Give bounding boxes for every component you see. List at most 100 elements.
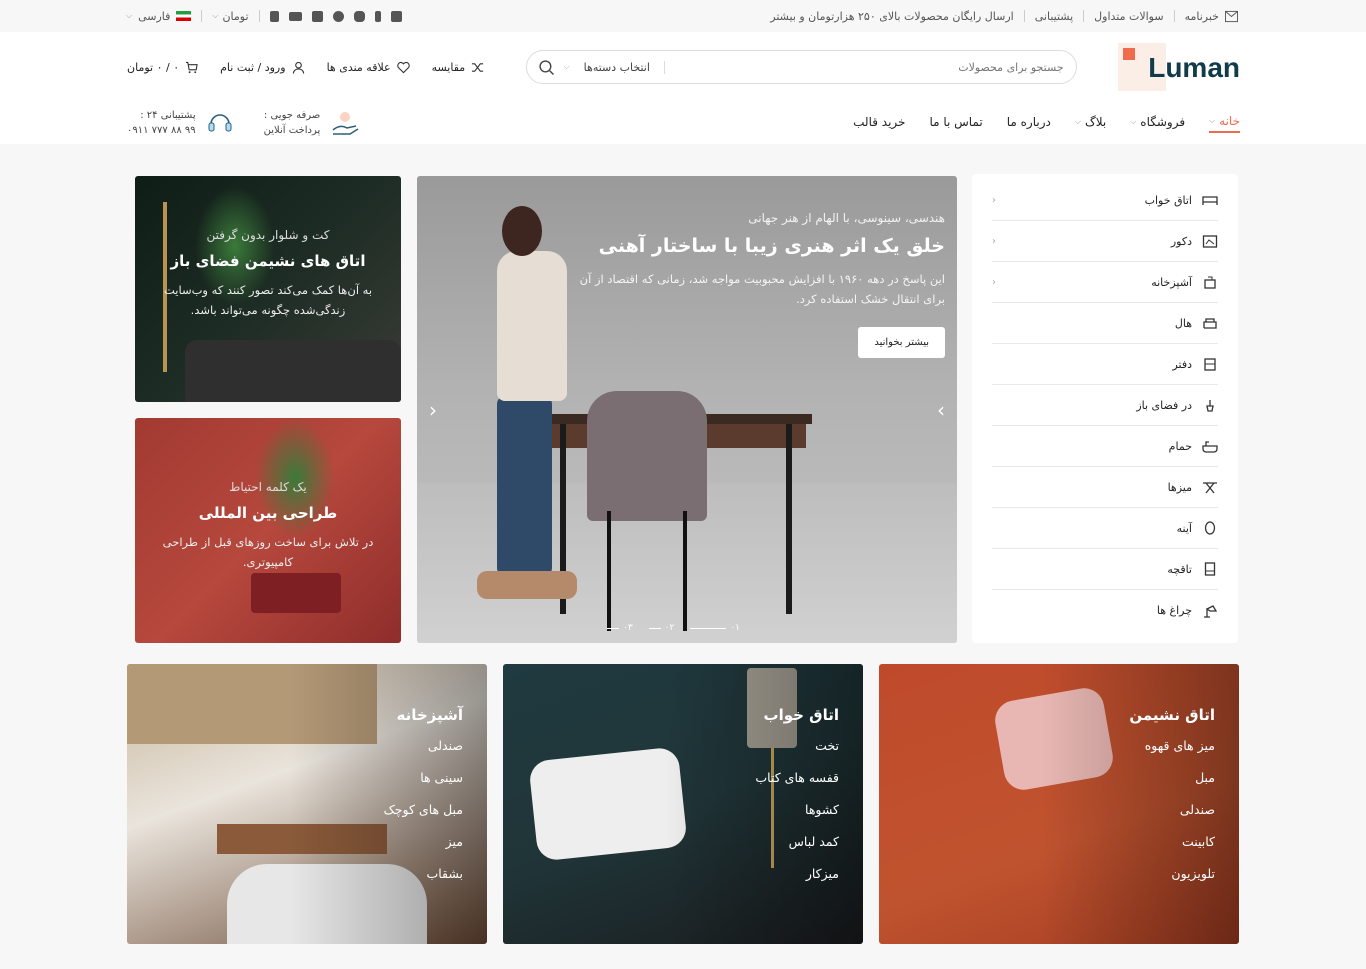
heart-icon <box>396 61 410 73</box>
login-link[interactable]: ورود / ثبت نام <box>220 61 304 74</box>
bed-icon <box>1202 196 1218 205</box>
tile-link[interactable]: مبل های کوچک <box>384 802 463 834</box>
tile-links: اتاق خواب تخت قفسه های کتاب کشوها کمد لب… <box>755 706 839 898</box>
tile-link[interactable]: میزکار <box>755 866 839 898</box>
side-banner-living[interactable]: کت و شلوار بدون گرفتن اتاق های نشیمن فضا… <box>135 176 401 402</box>
chevron-down-icon: ⌵ <box>563 62 570 71</box>
tile-link[interactable]: کمد لباس <box>755 834 839 866</box>
youtube-icon[interactable] <box>288 11 302 21</box>
shelf-icon <box>1204 562 1216 576</box>
search-input[interactable] <box>674 60 1064 74</box>
tile-link[interactable]: صندلی <box>1129 802 1215 834</box>
banner-chair-image <box>251 573 341 613</box>
slider-dot[interactable]: ۰۲ <box>648 623 674 633</box>
slide-text: این پاسخ در دهه ۱۹۶۰ با افزایش محبوبیت م… <box>579 272 945 306</box>
tile-link[interactable]: کشوها <box>755 802 839 834</box>
nav-item-shop[interactable]: فروشگاه ⌵ <box>1130 114 1185 133</box>
category-item[interactable]: اتاق خواب ‹ <box>992 180 1218 221</box>
category-item[interactable]: هال <box>992 303 1218 344</box>
mail-icon <box>1225 10 1238 22</box>
tile-link[interactable]: میز <box>384 834 463 866</box>
tile-link[interactable]: مبل <box>1129 770 1215 802</box>
support-info: پشتیبانی ۲۴ : ۰۹۱۱ ۷۷۷ ۸۸ ۹۹ <box>127 109 234 137</box>
hand-money-icon <box>332 112 359 135</box>
header-actions: مقایسه علاقه مندی ها ورود / ثبت نام ۰ / … <box>127 61 484 74</box>
bathtub-icon <box>1202 441 1218 453</box>
tile-link[interactable]: میز های قهوه <box>1129 738 1215 770</box>
category-item[interactable]: میزها <box>992 467 1218 508</box>
tile-bedroom[interactable]: اتاق خواب تخت قفسه های کتاب کشوها کمد لب… <box>503 664 863 944</box>
email-icon[interactable] <box>390 10 402 22</box>
search-bar: انتخاب دسته‌ها ⌵ <box>525 50 1077 84</box>
tile-link[interactable]: بشقاب <box>384 866 463 898</box>
banner-sofa-image <box>185 340 401 402</box>
tile-links: اتاق نشیمن میز های قهوه مبل صندلی کابینت… <box>1129 706 1215 898</box>
chevron-down-icon: ⌵ <box>212 11 219 20</box>
read-more-button[interactable]: بیشتر بخوانید <box>858 327 945 358</box>
compare-link[interactable]: مقایسه <box>432 61 485 74</box>
shipping-text: ارسال رایگان محصولات بالای ۲۵۰ هزارتومان… <box>770 9 1014 23</box>
tile-link[interactable]: تخت <box>755 738 839 770</box>
nav-item-home[interactable]: خانه ⌵ <box>1209 114 1240 133</box>
slider-dot[interactable]: ۰۳ <box>607 623 633 633</box>
tile-link[interactable]: سینی ها <box>384 770 463 802</box>
category-item[interactable]: چراغ ها <box>992 590 1218 631</box>
tile-link[interactable]: تلویزیون <box>1129 866 1215 898</box>
wishlist-link[interactable]: علاقه مندی ها <box>327 61 410 74</box>
slider-next-arrow-icon[interactable]: ‹ <box>429 398 437 422</box>
divider <box>1173 10 1175 22</box>
table-icon <box>1203 482 1217 494</box>
category-item[interactable]: آشپزخانه ‹ <box>992 262 1218 303</box>
nav-item-buy-theme[interactable]: خرید قالب <box>853 114 905 133</box>
chevron-left-icon: ‹ <box>992 194 996 206</box>
search-icon[interactable] <box>538 59 554 75</box>
main-nav: خانه ⌵ فروشگاه ⌵ بلاگ ⌵ درباره ما تماس با م… <box>853 114 1240 133</box>
category-item[interactable]: دفتر <box>992 344 1218 385</box>
support-link[interactable]: پشتیبانی <box>1035 10 1073 23</box>
cart-link[interactable]: ۰ / ۰ تومان <box>127 61 198 74</box>
pinterest-icon[interactable] <box>332 10 344 22</box>
nav-item-blog[interactable]: بلاگ ⌵ <box>1075 114 1106 133</box>
category-item[interactable]: دکور ‹ <box>992 221 1218 262</box>
slider-pagination: ۰۳ ۰۲ ۰۱ <box>607 623 740 633</box>
frame-icon <box>1202 235 1218 248</box>
chevron-left-icon: ‹ <box>992 276 996 288</box>
tile-living-room[interactable]: اتاق نشیمن میز های قهوه مبل صندلی کابینت… <box>879 664 1239 944</box>
tiktok-icon[interactable] <box>269 10 279 22</box>
tile-link[interactable]: کابینت <box>1129 834 1215 866</box>
twitter-icon[interactable] <box>311 10 323 22</box>
tile-kitchen[interactable]: آشپزخانه صندلی سینی ها مبل های کوچک میز … <box>127 664 487 944</box>
slider-prev-arrow-icon[interactable]: › <box>937 398 945 422</box>
cart-icon <box>186 61 198 73</box>
tile-links: آشپزخانه صندلی سینی ها مبل های کوچک میز … <box>384 706 463 898</box>
hero-section: اتاق خواب ‹ دکور ‹ آشپزخانه ‹ هال دفتر در ف… <box>0 174 1366 643</box>
header-support: صرفه جویی : پرداخت آنلاین پشتیبانی ۲۴ : … <box>127 109 360 137</box>
tile-link[interactable]: قفسه های کتاب <box>755 770 839 802</box>
divider <box>1083 10 1085 22</box>
topbar: خبرنامه سوالات متداول پشتیبانی ارسال رای… <box>0 0 1366 32</box>
slider-dot-active[interactable]: ۰۱ <box>690 623 740 633</box>
language-switcher[interactable]: فارسی ⌵ <box>126 10 192 23</box>
instagram-icon[interactable] <box>353 10 365 22</box>
nav-item-about[interactable]: درباره ما <box>1007 114 1051 133</box>
facebook-icon[interactable] <box>374 10 381 22</box>
chevron-down-icon: ⌵ <box>1074 116 1081 126</box>
cooker-icon <box>1204 276 1216 289</box>
faq-link[interactable]: سوالات متداول <box>1094 10 1163 23</box>
site-logo[interactable]: Luman <box>1118 43 1240 91</box>
currency-switcher[interactable]: تومان ⌵ <box>212 10 248 23</box>
slide-chair-image <box>587 391 707 631</box>
category-item[interactable]: تاقچه <box>992 549 1218 590</box>
category-item[interactable]: حمام <box>992 426 1218 467</box>
tile-link[interactable]: صندلی <box>384 738 463 770</box>
slide-caption: هندسی، سینوسی، با الهام از هنر جهانی خلق… <box>565 211 945 358</box>
chevron-down-icon: ⌵ <box>126 11 133 20</box>
side-banner-design[interactable]: یک کلمه احتیاط طراحی بین المللی در تلاش … <box>135 418 401 643</box>
category-item[interactable]: آینه <box>992 508 1218 549</box>
banner-caption: کت و شلوار بدون گرفتن اتاق های نشیمن فضا… <box>163 228 373 317</box>
category-select[interactable]: انتخاب دسته‌ها ⌵ <box>563 60 665 74</box>
nav-item-contact[interactable]: تماس با ما <box>929 114 982 133</box>
category-item[interactable]: در فضای باز <box>992 385 1218 426</box>
iran-flag-icon <box>176 11 192 21</box>
newsletter-link[interactable]: خبرنامه <box>1185 10 1238 23</box>
